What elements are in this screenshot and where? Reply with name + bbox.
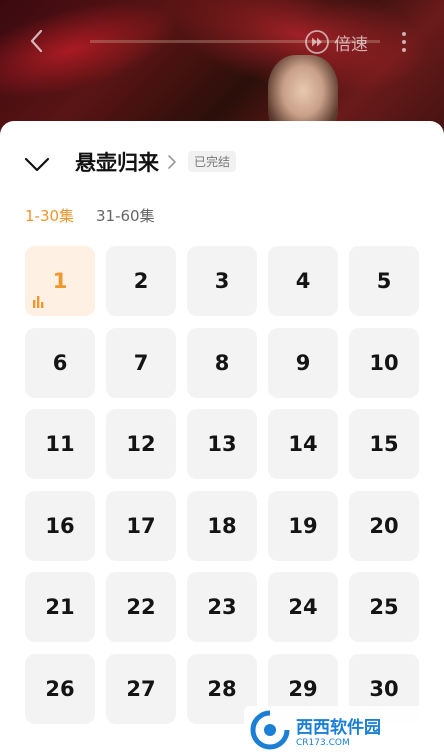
- episode-number: 13: [207, 432, 237, 456]
- episode-number: 16: [45, 513, 75, 538]
- episode-number: 14: [288, 432, 318, 456]
- episode-item[interactable]: 13: [187, 409, 257, 479]
- episode-item[interactable]: 19: [268, 490, 338, 561]
- episode-number: 18: [207, 513, 237, 538]
- episode-item[interactable]: 18: [187, 490, 257, 561]
- episode-item[interactable]: 12: [106, 409, 176, 479]
- episode-item[interactable]: 25: [349, 572, 419, 642]
- episode-number: 24: [288, 595, 318, 619]
- episode-item[interactable]: 14: [268, 409, 338, 479]
- episode-number: 30: [369, 676, 399, 701]
- collapse-sheet-button[interactable]: [22, 149, 52, 179]
- more-options-button[interactable]: [394, 28, 414, 56]
- watermark-subtitle: CR173.COM: [296, 737, 350, 748]
- episode-item[interactable]: 3: [187, 246, 257, 316]
- episode-item[interactable]: 10: [349, 327, 419, 398]
- episode-number: 20: [369, 513, 399, 538]
- episode-item[interactable]: 22: [106, 572, 176, 642]
- episode-number: 9: [295, 350, 311, 375]
- episode-item[interactable]: 15: [349, 409, 419, 479]
- episode-number: 27: [126, 676, 156, 701]
- episode-number: 23: [207, 595, 237, 619]
- now-playing-icon: [33, 296, 44, 308]
- episode-item[interactable]: 2: [106, 246, 176, 316]
- playback-speed-button[interactable]: 倍速: [304, 28, 368, 56]
- episode-number: 6: [52, 350, 68, 375]
- episode-number: 4: [295, 269, 311, 293]
- episode-item[interactable]: 21: [25, 572, 95, 642]
- episode-number: 25: [369, 595, 399, 619]
- more-vertical-icon: [402, 32, 406, 52]
- watermark: 西西软件园 CR173.COM: [244, 706, 444, 754]
- episode-number: 10: [369, 350, 399, 375]
- tab-episodes-1-30[interactable]: 1-30集: [25, 205, 74, 226]
- episode-item[interactable]: 7: [106, 327, 176, 398]
- episode-item[interactable]: 11: [25, 409, 95, 479]
- episode-item[interactable]: 23: [187, 572, 257, 642]
- episode-item[interactable]: 9: [268, 327, 338, 398]
- tab-episodes-31-60[interactable]: 31-60集: [96, 205, 155, 226]
- episode-number: 22: [126, 595, 156, 619]
- episode-item[interactable]: 4: [268, 246, 338, 316]
- back-button[interactable]: [22, 26, 52, 56]
- episode-number: 5: [376, 269, 392, 293]
- episode-number: 17: [126, 513, 156, 538]
- chevron-down-icon: [24, 157, 50, 172]
- episode-item[interactable]: 16: [25, 490, 95, 561]
- drama-detail-link[interactable]: [166, 152, 178, 172]
- episode-number: 3: [214, 269, 230, 293]
- episode-item[interactable]: 26: [25, 653, 95, 724]
- drama-title[interactable]: 悬壶归来: [75, 147, 159, 177]
- episode-number: 1: [52, 269, 68, 293]
- video-frame-decoration: [0, 0, 187, 118]
- episode-number: 7: [133, 350, 149, 375]
- chevron-right-icon: [168, 155, 176, 169]
- episode-number: 21: [45, 595, 75, 619]
- episode-number: 2: [133, 269, 149, 293]
- episode-item[interactable]: 5: [349, 246, 419, 316]
- episode-number: 11: [45, 432, 75, 456]
- site-logo-icon: [250, 710, 290, 750]
- fast-forward-circle-icon: [305, 30, 329, 54]
- episode-number: 26: [45, 676, 75, 701]
- episode-number: 28: [207, 676, 237, 701]
- episode-number: 12: [126, 432, 156, 456]
- chevron-left-icon: [30, 29, 43, 53]
- episode-item[interactable]: 6: [25, 327, 95, 398]
- episode-selection-sheet: 悬壶归来 已完结 1-30集 31-60集 1 2 3 4 5 6 7 8 9 10 11 12 13 1…: [0, 121, 444, 754]
- status-badge: 已完结: [188, 151, 237, 172]
- episode-number: 19: [288, 513, 318, 538]
- episode-item[interactable]: 8: [187, 327, 257, 398]
- episode-item[interactable]: 17: [106, 490, 176, 561]
- episode-item[interactable]: 27: [106, 653, 176, 724]
- episode-item[interactable]: 24: [268, 572, 338, 642]
- episode-item[interactable]: 1: [25, 246, 95, 316]
- playback-speed-label: 倍速: [334, 34, 368, 55]
- episode-item[interactable]: 20: [349, 490, 419, 561]
- episode-number: 15: [369, 432, 399, 456]
- episode-number: 29: [288, 676, 318, 701]
- watermark-title: 西西软件园: [296, 717, 381, 738]
- episode-number: 8: [214, 350, 230, 375]
